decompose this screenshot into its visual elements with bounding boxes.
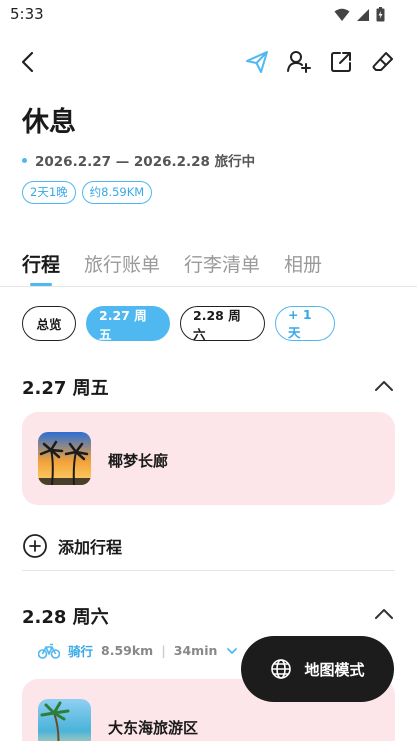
edit-button[interactable] [369, 48, 397, 76]
wifi-icon [334, 8, 350, 21]
place-thumbnail [38, 432, 91, 485]
chevron-down-icon [227, 647, 238, 654]
add-itinerary-button[interactable]: 添加行程 [22, 533, 122, 559]
top-bar [0, 44, 417, 80]
collapse-day-1-button[interactable] [373, 375, 395, 397]
paper-plane-icon [246, 51, 268, 73]
route-duration: 34min [173, 643, 218, 658]
tab-bill[interactable]: 旅行账单 [84, 250, 160, 277]
tag-distance: 约8.59KM [81, 181, 153, 204]
tab-packing[interactable]: 行李清单 [184, 250, 260, 277]
tabs-divider [0, 286, 417, 287]
trip-tags: 2天1晚 约8.59KM [22, 181, 153, 204]
signal-icon [357, 8, 369, 21]
trip-dates-text: 2026.2.27 — 2026.2.28 旅行中 [35, 154, 256, 170]
chevron-up-icon [375, 609, 393, 619]
bicycle-icon [38, 643, 60, 659]
map-mode-button[interactable]: 地图模式 [241, 636, 394, 702]
place-thumbnail [38, 699, 91, 741]
battery-icon [376, 7, 385, 22]
status-time: 5:33 [10, 5, 44, 23]
globe-icon [271, 659, 292, 679]
section-divider [22, 570, 395, 571]
chip-overview[interactable]: 总览 [22, 306, 76, 341]
palm-sunset-image [38, 432, 91, 485]
route-separator: | [161, 643, 166, 658]
tag-duration: 2天1晚 [22, 181, 76, 204]
route-info[interactable]: 骑行 8.59km | 34min [38, 641, 239, 660]
eraser-icon [372, 52, 393, 71]
chevron-up-icon [375, 381, 393, 391]
place-name: 椰梦长廊 [108, 452, 169, 470]
beach-image [38, 699, 91, 741]
share-button[interactable] [327, 48, 355, 76]
status-dot [22, 157, 27, 163]
tab-itinerary[interactable]: 行程 [22, 250, 60, 286]
route-mode: 骑行 [68, 644, 94, 659]
itinerary-card[interactable]: 椰梦长廊 [22, 412, 395, 505]
status-icons [334, 7, 385, 22]
add-itinerary-label: 添加行程 [58, 538, 123, 557]
chip-add-day[interactable]: + 1 天 [275, 306, 335, 341]
tab-bar: 行程 旅行账单 行李清单 相册 [22, 250, 322, 286]
add-user-icon [287, 51, 311, 73]
add-member-button[interactable] [285, 48, 313, 76]
back-button[interactable] [14, 48, 42, 76]
send-button[interactable] [243, 48, 271, 76]
tab-album[interactable]: 相册 [284, 250, 322, 277]
plus-circle-icon [23, 534, 47, 558]
status-bar: 5:33 [0, 0, 417, 30]
top-actions [243, 48, 397, 76]
day-selector: 总览 2.27 周五 2.28 周六 + 1 天 [22, 306, 335, 342]
trip-title: 休息 [22, 107, 76, 138]
chip-day-2[interactable]: 2.28 周六 [180, 306, 265, 342]
collapse-day-2-button[interactable] [373, 603, 395, 625]
route-distance: 8.59km [101, 643, 154, 658]
share-icon [331, 52, 351, 72]
day-header-2: 2.28 周六 [22, 607, 109, 628]
day-header-1: 2.27 周五 [22, 378, 109, 399]
chip-day-1[interactable]: 2.27 周五 [86, 306, 170, 342]
map-mode-label: 地图模式 [304, 660, 365, 679]
back-arrow-icon [21, 51, 34, 73]
trip-dates: 2026.2.27 — 2026.2.28 旅行中 [22, 150, 255, 170]
place-name: 大东海旅游区 [108, 719, 199, 737]
